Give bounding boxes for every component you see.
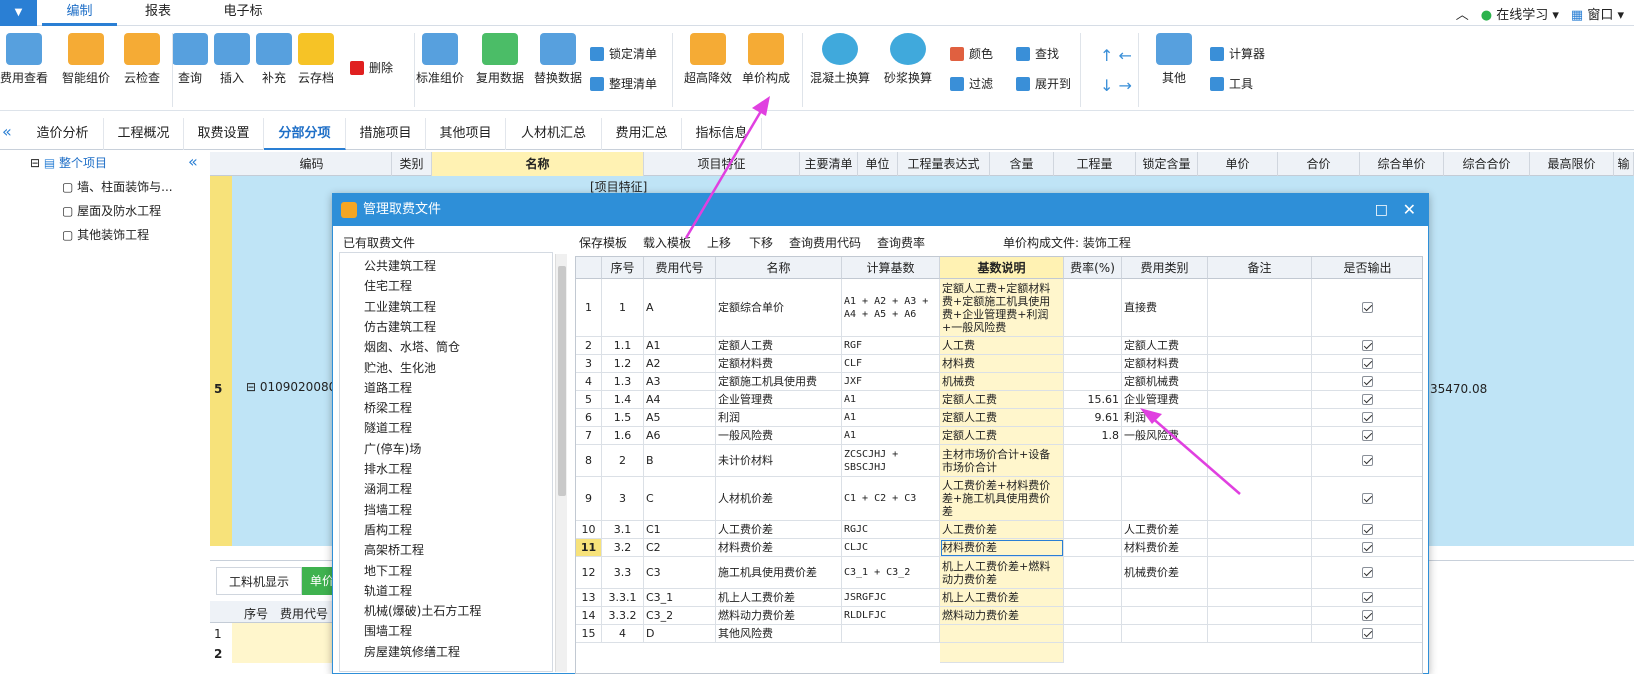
arrow-head-icon xyxy=(752,96,770,116)
arrow-to-unit-price-button xyxy=(684,105,766,239)
annotation-arrows xyxy=(684,96,1241,495)
arrow-head-icon xyxy=(1140,408,1162,424)
arrow-to-fee-rate xyxy=(1149,415,1241,495)
